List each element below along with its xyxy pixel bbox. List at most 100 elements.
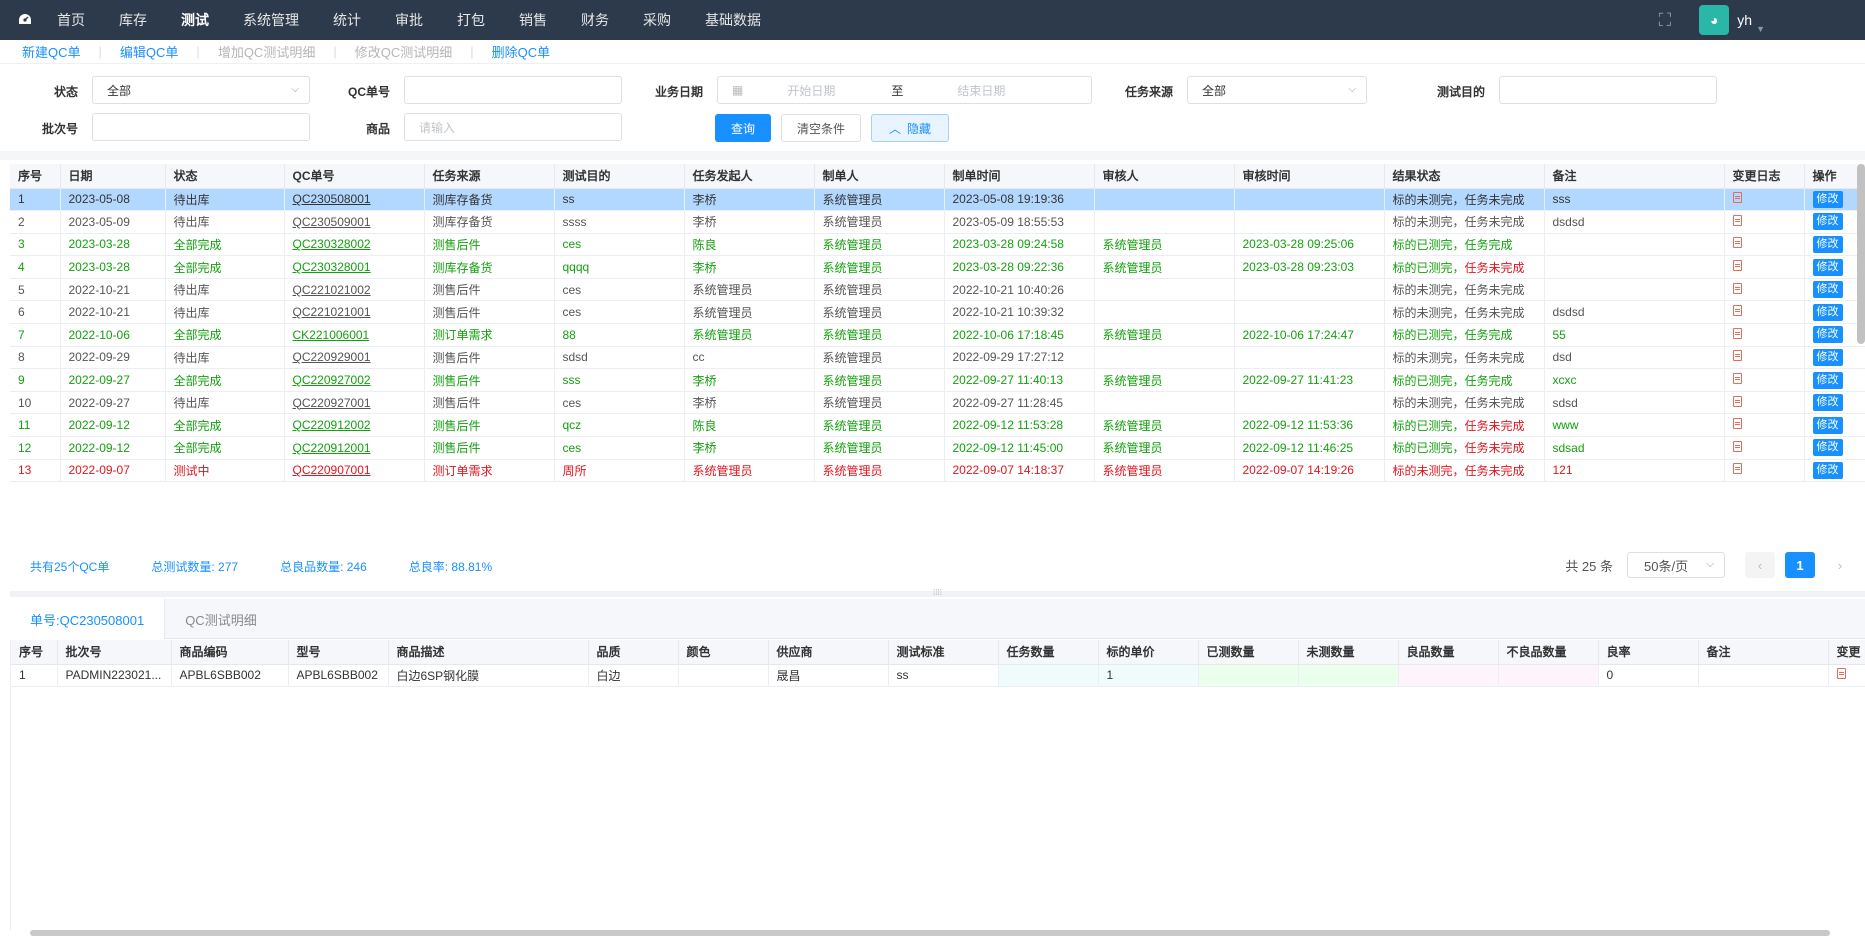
table-row[interactable]: 3 2023-03-28 全部完成 QC230328002 测售后件 ces 陈良 系统管理员… bbox=[10, 233, 1865, 257]
edit-row-button[interactable]: 修改 bbox=[1812, 303, 1843, 321]
fullscreen-icon[interactable]: ⛶ bbox=[1659, 10, 1672, 31]
purpose-input[interactable] bbox=[1499, 76, 1717, 104]
column-header[interactable]: QC单号 bbox=[284, 164, 425, 189]
status-select[interactable]: 全部 ⌵ bbox=[92, 76, 310, 104]
table-row[interactable]: 13 2022-09-07 测试中 QC220907001 测订单需求 周所 系统管理员 系统… bbox=[10, 459, 1865, 483]
column-header[interactable]: 结果状态 bbox=[1384, 164, 1545, 189]
page-number[interactable]: 1 bbox=[1785, 552, 1815, 578]
table-row[interactable]: 1 2023-05-08 待出库 QC230508001 测库存备货 ss 李桥 系统管理员 2… bbox=[10, 188, 1865, 212]
cell-qc[interactable]: QC220907001 bbox=[284, 459, 425, 483]
column-header[interactable]: 未测数量 bbox=[1298, 640, 1399, 665]
chevron-down-icon[interactable]: ▼ bbox=[1756, 24, 1765, 34]
change-log-icon[interactable] bbox=[1732, 440, 1742, 452]
qc-link[interactable]: QC221021002 bbox=[293, 283, 371, 297]
column-header[interactable]: 供应商 bbox=[768, 640, 889, 665]
column-header[interactable]: 制单人 bbox=[814, 164, 945, 189]
cell-qc[interactable]: QC230328002 bbox=[284, 233, 425, 257]
vertical-scrollbar[interactable] bbox=[1857, 164, 1865, 344]
column-header[interactable]: 测试标准 bbox=[888, 640, 999, 665]
nav-item[interactable]: 打包 bbox=[440, 0, 502, 40]
column-header[interactable]: 颜色 bbox=[678, 640, 769, 665]
table-row[interactable]: 4 2023-03-28 全部完成 QC230328001 测库存备货 qqqq 李桥 系统管… bbox=[10, 255, 1865, 279]
change-log-icon[interactable] bbox=[1732, 237, 1742, 249]
edit-row-button[interactable]: 修改 bbox=[1812, 416, 1843, 434]
next-page-button[interactable]: › bbox=[1825, 552, 1855, 578]
column-header[interactable]: 审核时间 bbox=[1234, 164, 1385, 189]
table-row[interactable]: 7 2022-10-06 全部完成 CK221006001 测订单需求 88 系统管理员 系统… bbox=[10, 323, 1865, 347]
change-log-icon[interactable] bbox=[1732, 463, 1742, 475]
column-header[interactable]: 审核人 bbox=[1094, 164, 1235, 189]
column-header[interactable]: 不良品数量 bbox=[1498, 640, 1599, 665]
cell-qc[interactable]: QC230328001 bbox=[284, 255, 425, 279]
column-header[interactable]: 任务来源 bbox=[424, 164, 555, 189]
nav-item[interactable]: 统计 bbox=[316, 0, 378, 40]
column-header[interactable]: 制单时间 bbox=[944, 164, 1095, 189]
nav-item[interactable]: 基础数据 bbox=[688, 0, 778, 40]
change-log-icon[interactable] bbox=[1732, 395, 1742, 407]
change-log-icon[interactable] bbox=[1732, 260, 1742, 272]
edit-row-button[interactable]: 修改 bbox=[1812, 394, 1843, 412]
tab-qc-detail[interactable]: QC测试明细 bbox=[165, 599, 277, 639]
column-header[interactable]: 备注 bbox=[1544, 164, 1725, 189]
cell-qc[interactable]: QC221021001 bbox=[284, 300, 425, 325]
avatar[interactable]: ◕ bbox=[1699, 5, 1730, 35]
date-range-picker[interactable]: ▦ 开始日期 至 结束日期 bbox=[717, 76, 1092, 104]
edit-row-button[interactable]: 修改 bbox=[1812, 348, 1843, 366]
change-log-icon[interactable] bbox=[1732, 373, 1742, 385]
goods-input[interactable]: 请输入 bbox=[404, 113, 622, 141]
resize-handle[interactable]: ⁞⁞⁞⁞ bbox=[10, 589, 1865, 597]
change-log-icon[interactable] bbox=[1732, 305, 1742, 317]
column-header[interactable]: 已测数量 bbox=[1198, 640, 1299, 665]
nav-item[interactable]: 库存 bbox=[102, 0, 164, 40]
cell-qc[interactable]: QC220927002 bbox=[284, 368, 425, 392]
change-log-icon[interactable] bbox=[1732, 192, 1742, 204]
edit-row-button[interactable]: 修改 bbox=[1812, 258, 1843, 276]
column-header[interactable]: 品质 bbox=[588, 640, 679, 665]
edit-row-button[interactable]: 修改 bbox=[1812, 281, 1843, 299]
change-log-icon[interactable] bbox=[1732, 418, 1742, 430]
table-row[interactable]: 8 2022-09-29 待出库 QC220929001 测售后件 sdsd cc 系统管理员… bbox=[10, 346, 1865, 370]
column-header[interactable]: 序号 bbox=[10, 164, 61, 189]
hide-button[interactable]: ︿ 隐藏 bbox=[871, 114, 949, 142]
column-header[interactable]: 状态 bbox=[165, 164, 285, 189]
qc-no-input[interactable] bbox=[404, 76, 622, 104]
edit-row-button[interactable]: 修改 bbox=[1812, 326, 1843, 344]
batch-input[interactable] bbox=[92, 113, 310, 141]
nav-item[interactable]: 采购 bbox=[626, 0, 688, 40]
table-row[interactable]: 10 2022-09-27 待出库 QC220927001 测售后件 ces 李桥 系统管理员… bbox=[10, 391, 1865, 415]
qc-link[interactable]: QC220912002 bbox=[293, 418, 371, 432]
cell-qc[interactable]: QC230509001 bbox=[284, 210, 425, 234]
end-date-input[interactable]: 结束日期 bbox=[957, 82, 1005, 99]
column-header[interactable]: 批次号 bbox=[57, 640, 172, 665]
qc-link[interactable]: QC220927001 bbox=[293, 396, 371, 410]
table-row[interactable]: 9 2022-09-27 全部完成 QC220927002 测售后件 sss 李桥 系统管理员… bbox=[10, 368, 1865, 392]
cell-qc[interactable]: CK221006001 bbox=[284, 323, 425, 347]
column-header[interactable]: 良率 bbox=[1598, 640, 1699, 665]
table-row[interactable]: 5 2022-10-21 待出库 QC221021002 测售后件 ces 系统管理员 系统管… bbox=[10, 278, 1865, 302]
username[interactable]: yh bbox=[1737, 12, 1752, 28]
change-log-icon[interactable] bbox=[1732, 282, 1742, 294]
qc-link[interactable]: QC220912001 bbox=[293, 441, 371, 455]
column-header[interactable]: 任务发起人 bbox=[684, 164, 815, 189]
column-header[interactable]: 良品数量 bbox=[1398, 640, 1499, 665]
qc-link[interactable]: QC230509001 bbox=[293, 215, 371, 229]
edit-row-button[interactable]: 修改 bbox=[1812, 213, 1843, 231]
cell-qc[interactable]: QC230508001 bbox=[284, 188, 425, 212]
cell-qc[interactable]: QC221021002 bbox=[284, 278, 425, 302]
edit-row-button[interactable]: 修改 bbox=[1812, 439, 1843, 457]
delete-qc-button[interactable]: 删除QC单 bbox=[492, 42, 551, 61]
table-row[interactable]: 6 2022-10-21 待出库 QC221021001 测售后件 ces 系统管理员 系统管… bbox=[10, 300, 1865, 325]
nav-item[interactable]: 系统管理 bbox=[226, 0, 316, 40]
edit-row-button[interactable]: 修改 bbox=[1812, 461, 1843, 479]
source-select[interactable]: 全部 ⌵ bbox=[1187, 76, 1367, 104]
nav-item[interactable]: 首页 bbox=[40, 0, 102, 40]
qc-link[interactable]: QC230328002 bbox=[293, 237, 371, 251]
column-header[interactable]: 日期 bbox=[60, 164, 166, 189]
qc-link[interactable]: QC221021001 bbox=[293, 305, 371, 319]
edit-row-button[interactable]: 修改 bbox=[1812, 235, 1843, 253]
nav-item[interactable]: 销售 bbox=[502, 0, 564, 40]
clear-button[interactable]: 清空条件 bbox=[781, 114, 861, 142]
qc-link[interactable]: QC230328001 bbox=[293, 260, 371, 274]
nav-item[interactable]: 财务 bbox=[564, 0, 626, 40]
cell-qc[interactable]: QC220927001 bbox=[284, 391, 425, 415]
